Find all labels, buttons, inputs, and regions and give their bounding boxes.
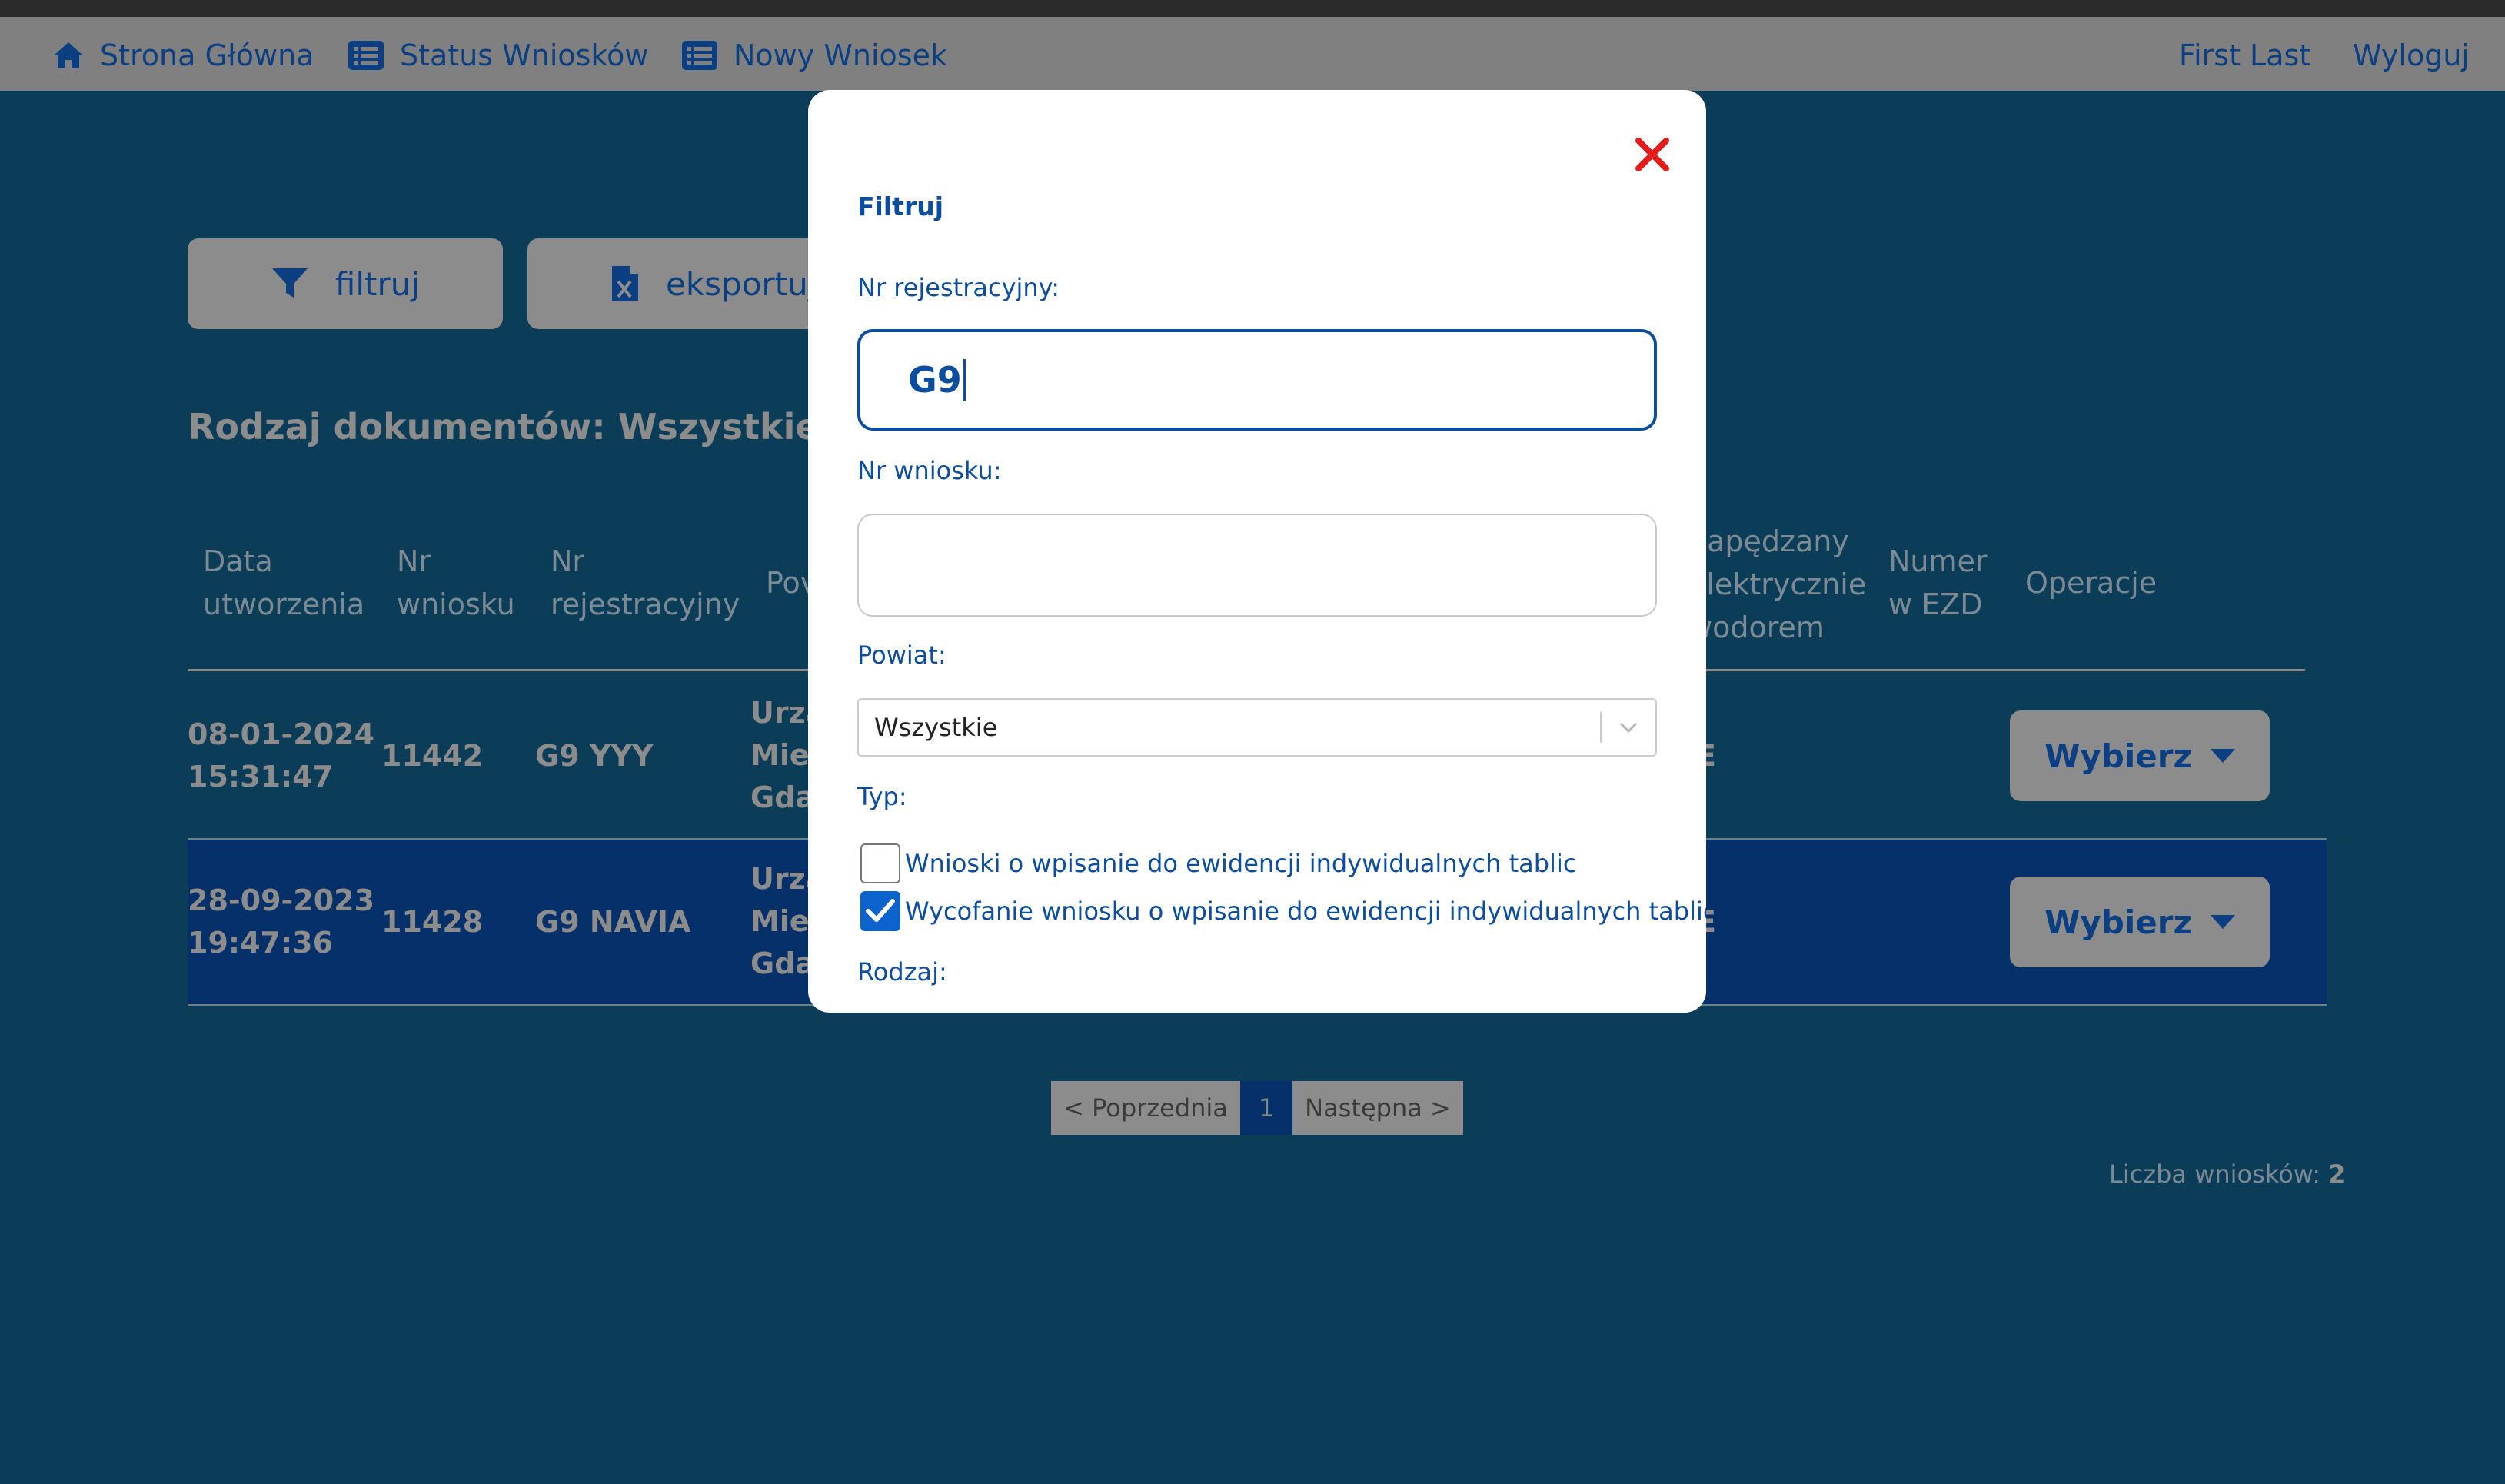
col-header-date: Data utworzenia	[203, 540, 364, 626]
logout-label: Wyloguj	[2353, 38, 2470, 72]
col-header-ezd: Numer w EZD	[1888, 540, 1988, 626]
nav-home-label: Strona Główna	[100, 38, 314, 72]
row2-date-day: 28-09-2023	[188, 883, 375, 917]
application-number-label: Nr wniosku:	[857, 456, 1002, 485]
application-number-input[interactable]	[857, 514, 1657, 617]
col-header-electric: napędzany elektrycznie wodorem	[1688, 520, 1866, 649]
col-header-nr: Nr wniosku	[397, 540, 515, 626]
filter-modal: Filtruj Nr rejestracyjny: G9 Nr wniosku:…	[808, 90, 1706, 1013]
row1-reg: G9 YYY	[535, 739, 654, 773]
modal-title: Filtruj	[857, 191, 944, 221]
excel-file-icon	[612, 266, 638, 301]
col-header-ezd-line2: w EZD	[1888, 587, 1983, 621]
powiat-label: Powiat:	[857, 641, 946, 670]
filter-button-label: filtruj	[334, 265, 421, 303]
col-header-date-line1: Data	[203, 544, 273, 578]
user-name-label: First Last	[2179, 38, 2311, 72]
powiat-select-value: Wszystkie	[874, 713, 998, 742]
nav-new-link[interactable]: Nowy Wniosek	[681, 34, 947, 77]
col-header-operations: Operacje	[2025, 566, 2157, 600]
checkbox-checked[interactable]	[860, 891, 900, 931]
user-name-link[interactable]: First Last	[2179, 34, 2310, 77]
export-button-label: eksportuj	[666, 265, 817, 303]
registration-label: Nr rejestracyjny:	[857, 273, 1060, 302]
col-header-electric-line1: napędzany	[1688, 524, 1849, 558]
document-type-heading: Rodzaj dokumentów: Wszystkie	[188, 406, 820, 448]
nav-new-label: Nowy Wniosek	[734, 38, 947, 72]
type-option-applications[interactable]: Wnioski o wpisanie do ewidencji indywidu…	[860, 843, 1576, 883]
type-label: Typ:	[857, 782, 907, 811]
col-header-ezd-line1: Numer	[1888, 544, 1988, 578]
nav-status-label: Status Wniosków	[400, 38, 649, 72]
list-icon	[348, 41, 384, 70]
text-cursor	[963, 359, 966, 401]
col-header-reg: Nr rejestracyjny	[551, 540, 740, 626]
home-icon	[54, 42, 83, 68]
logout-link[interactable]: Wyloguj	[2353, 34, 2470, 77]
checkmark-icon	[866, 899, 895, 922]
pagination-current[interactable]: 1	[1240, 1081, 1292, 1135]
registration-input[interactable]: G9	[857, 329, 1657, 431]
row1-date-day: 08-01-2024	[188, 717, 375, 751]
col-header-electric-line2: elektrycznie	[1688, 567, 1867, 601]
row2-nr: 11428	[381, 905, 484, 939]
row1-wybierz-label: Wybierz	[2044, 737, 2192, 775]
application-count-value: 2	[2328, 1160, 2346, 1189]
close-icon[interactable]	[1634, 136, 1671, 173]
kind-label: Rodzaj:	[857, 957, 947, 987]
top-navbar: Strona Główna Status Wniosków Nowy Wnios…	[0, 17, 2505, 91]
type-option-withdrawal[interactable]: Wycofanie wniosku o wpisanie do ewidencj…	[860, 891, 1706, 931]
caret-down-icon	[2210, 749, 2235, 763]
col-header-reg-line2: rejestracyjny	[551, 587, 740, 621]
registration-input-value: G9	[908, 359, 962, 401]
type-option-applications-label: Wnioski o wpisanie do ewidencji indywidu…	[905, 849, 1577, 878]
select-separator	[1600, 712, 1602, 743]
row1-date: 08-01-2024 15:31:47	[188, 714, 374, 798]
row2-wybierz-label: Wybierz	[2044, 903, 2192, 941]
row2-date: 28-09-2023 19:47:36	[188, 880, 374, 964]
row2-date-time: 19:47:36	[188, 926, 334, 960]
col-header-nr-line1: Nr	[397, 544, 431, 578]
filter-button[interactable]: filtruj	[188, 238, 503, 329]
row1-nr: 11442	[381, 739, 484, 773]
row1-date-time: 15:31:47	[188, 760, 334, 794]
powiat-select[interactable]: Wszystkie	[857, 698, 1657, 757]
pagination-next[interactable]: Następna >	[1292, 1081, 1463, 1135]
caret-down-icon	[2210, 915, 2235, 929]
application-count: Liczba wniosków: 2	[2109, 1160, 2345, 1189]
application-count-label: Liczba wniosków:	[2109, 1160, 2320, 1189]
window-top-strip	[0, 0, 2505, 17]
checkbox[interactable]	[860, 843, 900, 883]
col-header-nr-line2: wniosku	[397, 587, 515, 621]
chevron-down-icon	[1619, 722, 1638, 734]
filter-icon	[271, 268, 308, 298]
col-header-reg-line1: Nr	[551, 544, 585, 578]
row1-wybierz-button[interactable]: Wybierz	[2010, 710, 2270, 801]
col-header-electric-line3: wodorem	[1688, 611, 1825, 644]
row2-wybierz-button[interactable]: Wybierz	[2010, 877, 2270, 967]
list-icon	[682, 41, 717, 70]
col-header-date-line2: utworzenia	[203, 587, 365, 621]
nav-status-link[interactable]: Status Wniosków	[348, 34, 648, 77]
nav-home-link[interactable]: Strona Główna	[52, 34, 314, 77]
type-option-withdrawal-label: Wycofanie wniosku o wpisanie do ewidencj…	[905, 897, 1706, 926]
pagination-prev[interactable]: < Poprzednia	[1051, 1081, 1240, 1135]
row2-reg: G9 NAVIA	[535, 905, 691, 939]
